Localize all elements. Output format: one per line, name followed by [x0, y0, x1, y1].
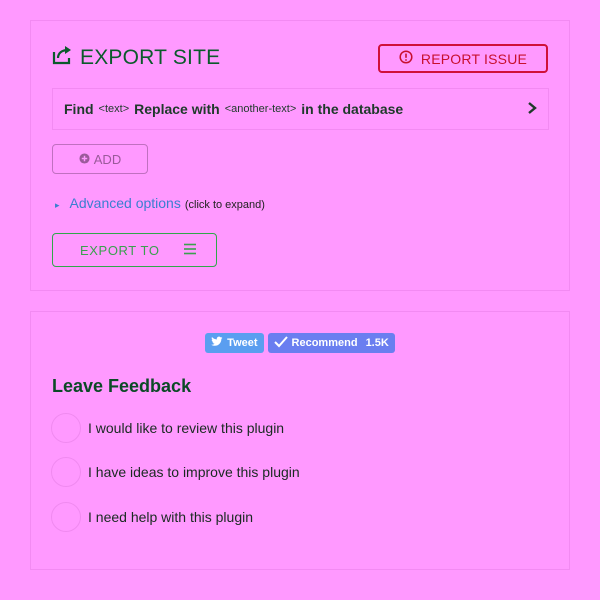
feedback-title: Leave Feedback: [52, 376, 192, 396]
text-token: <text>: [98, 103, 130, 115]
tweet-button[interactable]: Tweet: [205, 333, 264, 353]
alert-circle-icon: [399, 50, 413, 67]
another-text-token: <another-text>: [224, 103, 297, 115]
advanced-options-hint: (click to expand): [184, 199, 265, 211]
feedback-option-label: I have ideas to improve this plugin: [88, 464, 300, 480]
caret-right-icon: ▸: [55, 200, 60, 210]
tweet-label: Tweet: [227, 337, 258, 349]
twitter-bird-icon: [211, 336, 223, 350]
chevron-right-icon[interactable]: [526, 101, 538, 118]
feedback-option-review[interactable]: I would like to review this plugin: [51, 413, 284, 443]
radio-button[interactable]: [51, 502, 81, 532]
social-buttons: Tweet Recommend 1.5K: [31, 333, 569, 353]
find-replace-row[interactable]: Find <text> Replace with <another-text> …: [52, 88, 549, 130]
export-to-label: EXPORT TO: [80, 242, 160, 258]
hamburger-menu-icon: [183, 243, 197, 258]
add-button[interactable]: ADD: [52, 144, 148, 174]
replace-label: Replace with: [134, 101, 220, 117]
export-to-button[interactable]: EXPORT TO: [52, 233, 217, 267]
database-suffix: in the database: [301, 101, 404, 117]
checkmark-icon: [273, 335, 288, 351]
recommend-label: Recommend: [291, 337, 358, 349]
recommend-button[interactable]: Recommend 1.5K: [267, 333, 395, 353]
feedback-panel: Tweet Recommend 1.5K Leave Feedback I wo…: [30, 311, 570, 570]
advanced-options-toggle[interactable]: ▸ Advanced options (click to expand): [55, 195, 265, 211]
recommend-count: 1.5K: [365, 337, 389, 349]
share-export-icon: [52, 45, 74, 70]
report-issue-button[interactable]: REPORT ISSUE: [378, 44, 548, 73]
feedback-option-label: I would like to review this plugin: [88, 420, 285, 436]
feedback-option-help[interactable]: I need help with this plugin: [51, 502, 253, 532]
advanced-options-link[interactable]: Advanced options: [70, 195, 181, 211]
feedback-option-label: I need help with this plugin: [88, 509, 253, 525]
radio-button[interactable]: [51, 413, 81, 443]
radio-button[interactable]: [51, 457, 81, 487]
export-site-panel: EXPORT SITE REPORT ISSUE Find <text> Rep…: [30, 20, 570, 291]
export-site-title: EXPORT SITE: [80, 45, 221, 69]
plus-circle-icon: [79, 152, 90, 167]
add-label: ADD: [93, 151, 122, 167]
report-issue-label: REPORT ISSUE: [420, 50, 528, 67]
export-site-header: EXPORT SITE: [52, 45, 220, 70]
find-label: Find: [64, 101, 94, 117]
feedback-option-ideas[interactable]: I have ideas to improve this plugin: [51, 457, 300, 487]
